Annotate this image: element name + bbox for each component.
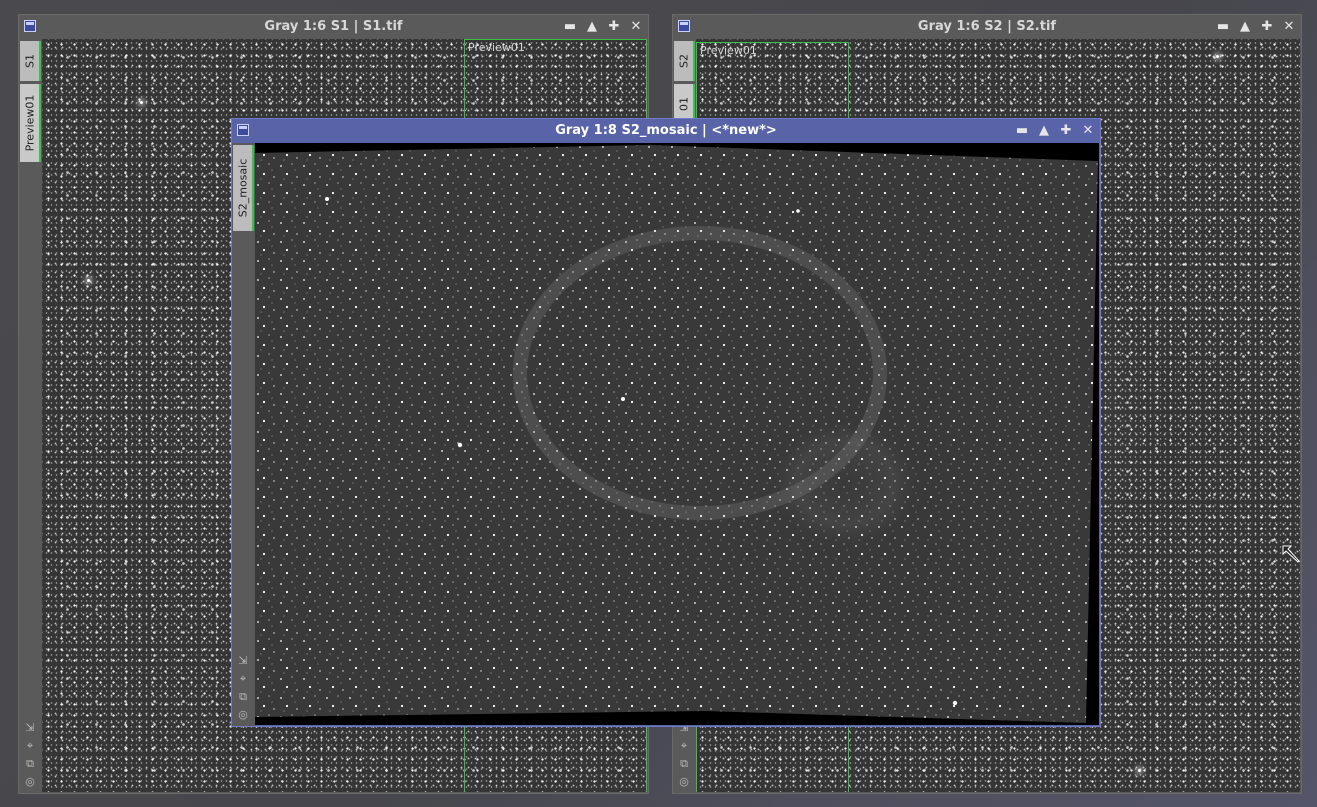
fit-view-icon[interactable]: ⇲ <box>23 721 37 735</box>
tab-s1-main[interactable]: S1 <box>20 41 41 81</box>
zoom-icon[interactable]: ⌖ <box>236 672 250 686</box>
star <box>1138 769 1141 772</box>
image-window-mosaic[interactable]: Gray 1:8 S2_mosaic | <*new*> ▬ ▲ ✚ ✕ S2_… <box>231 118 1101 727</box>
mosaic-image <box>255 145 1098 723</box>
star <box>1216 55 1219 58</box>
iconize-button[interactable]: ✚ <box>1058 122 1074 140</box>
preview-label: Preview01 <box>468 41 525 54</box>
image-canvas-mosaic[interactable] <box>255 143 1099 725</box>
star <box>140 101 143 104</box>
track-icon[interactable]: ◎ <box>236 708 250 722</box>
shade-button[interactable]: ▬ <box>562 18 578 36</box>
star <box>457 442 463 448</box>
maximize-button[interactable]: ▲ <box>584 18 600 36</box>
iconize-button[interactable]: ✚ <box>1259 18 1275 36</box>
resize-cursor-icon <box>1282 545 1300 563</box>
nebula-cloud <box>775 423 915 543</box>
close-button[interactable]: ✕ <box>1080 122 1096 140</box>
clone-icon[interactable]: ⧉ <box>677 757 691 771</box>
maximize-button[interactable]: ▲ <box>1237 18 1253 36</box>
tab-s2-mosaic[interactable]: S2_mosaic <box>233 145 254 231</box>
window-title-mosaic: Gray 1:8 S2_mosaic | <*new*> <box>555 123 777 138</box>
zoom-icon[interactable]: ⌖ <box>23 739 37 753</box>
tab-s2-main[interactable]: S2 <box>674 41 695 81</box>
close-button[interactable]: ✕ <box>628 18 644 36</box>
track-icon[interactable]: ◎ <box>23 775 37 789</box>
zoom-icon[interactable]: ⌖ <box>677 739 691 753</box>
tab-s1-preview01[interactable]: Preview01 <box>20 84 41 162</box>
star <box>325 197 329 201</box>
iconize-button[interactable]: ✚ <box>606 18 622 36</box>
preview-label: Preview01 <box>700 44 757 57</box>
clone-icon[interactable]: ⧉ <box>23 757 37 771</box>
star <box>87 279 90 282</box>
shade-button[interactable]: ▬ <box>1215 18 1231 36</box>
star <box>621 397 625 401</box>
clone-icon[interactable]: ⧉ <box>236 690 250 704</box>
shade-button[interactable]: ▬ <box>1014 122 1030 140</box>
title-bar-s2[interactable]: Gray 1:6 S2 | S2.tif ▬ ▲ ✚ ✕ <box>673 15 1301 39</box>
title-bar-s1[interactable]: Gray 1:6 S1 | S1.tif ▬ ▲ ✚ ✕ <box>19 15 648 39</box>
title-bar-mosaic[interactable]: Gray 1:8 S2_mosaic | <*new*> ▬ ▲ ✚ ✕ <box>232 119 1100 143</box>
star <box>796 209 800 213</box>
fit-view-icon[interactable]: ⇲ <box>236 654 250 668</box>
view-tabs-s1: S1 Preview01 ⇲ ⌖ ⧉ ◎ <box>19 39 42 793</box>
window-title-s1: Gray 1:6 S1 | S1.tif <box>264 19 403 34</box>
track-icon[interactable]: ◎ <box>677 775 691 789</box>
maximize-button[interactable]: ▲ <box>1036 122 1052 140</box>
star <box>952 700 958 706</box>
close-button[interactable]: ✕ <box>1281 18 1297 36</box>
view-tabs-mosaic: S2_mosaic ⇲ ⌖ ⧉ ◎ <box>232 143 255 726</box>
window-title-s2: Gray 1:6 S2 | S2.tif <box>917 19 1057 34</box>
